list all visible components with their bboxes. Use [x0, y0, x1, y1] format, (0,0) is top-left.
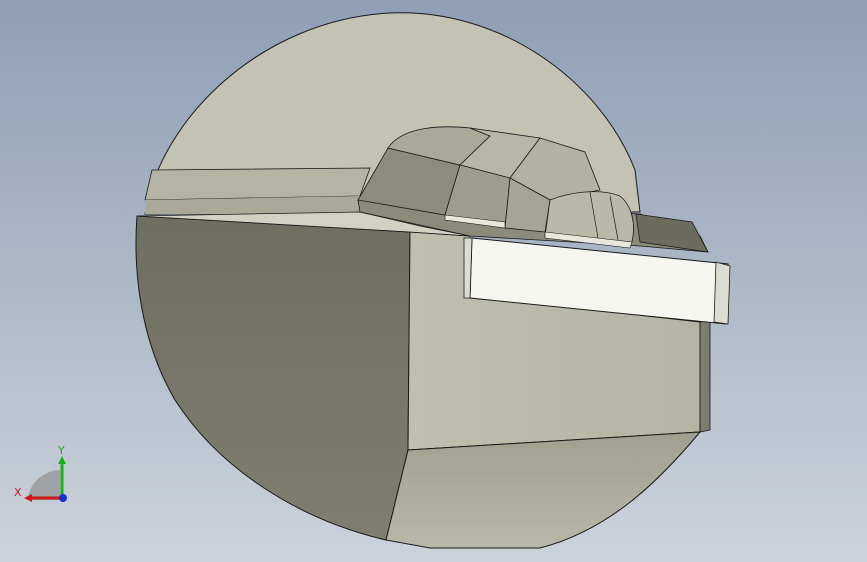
slot-right-edge [713, 261, 731, 325]
graphics-viewport[interactable]: X Y [0, 0, 867, 562]
triad-plane-icon [28, 470, 60, 500]
x-axis-label: X [14, 486, 22, 499]
3d-model-view[interactable] [0, 0, 867, 562]
y-axis-arrowhead [58, 456, 66, 464]
body-side-strip [699, 319, 711, 433]
z-axis-dot [59, 494, 67, 502]
y-axis-label: Y [57, 444, 65, 457]
x-axis-arrowhead [24, 494, 32, 502]
coordinate-triad[interactable]: X Y [10, 440, 80, 510]
disc-band [144, 167, 371, 201]
